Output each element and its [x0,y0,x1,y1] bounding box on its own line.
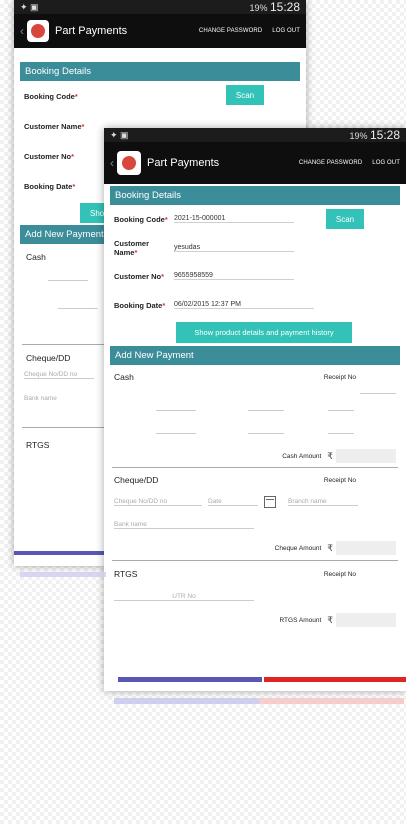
denom-50-input[interactable] [58,307,98,309]
rupee-icon: ₹ [327,450,333,461]
cash-amount-field[interactable] [336,449,396,463]
page-title: Part Payments [55,25,128,37]
booking-date-label: Booking Date* [24,181,76,191]
utr-no-input[interactable]: UTR No [114,593,254,601]
add-payment-header: Add New Payment [110,346,400,365]
customer-name-value[interactable]: yesudas [174,244,294,252]
cheque-receipt-label: Receipt No [323,476,356,484]
app-logo-icon [117,151,141,175]
rtgs-title: RTGS [114,569,138,579]
back-chevron-icon[interactable]: ‹ [110,156,114,170]
customer-no-value[interactable]: 9655958559 [174,272,294,280]
rupee-icon: ₹ [327,614,333,625]
customer-no-label: Customer No* [114,271,165,281]
date-input[interactable]: Date [208,498,258,506]
booking-date-value[interactable]: 06/02/2015 12:37 PM [174,301,314,309]
reflection-bar [114,698,404,704]
customer-no-label: Customer No* [24,151,75,161]
rtgs-amount-field[interactable] [336,613,396,627]
front-screenshot: ✦ ▣ 19% 15:28 ‹ Part Payments CHANGE PAS… [104,128,406,691]
scan-button[interactable]: Scan [226,85,264,105]
cash-receipt-input[interactable] [360,392,396,394]
calendar-icon[interactable] [264,496,276,508]
scan-button[interactable]: Scan [326,209,364,229]
denom-20-input[interactable] [248,432,284,434]
booking-code-label: Booking Code* [114,214,168,224]
cash-title: Cash [114,372,134,382]
reflection-bar-back [20,572,106,577]
booking-code-label: Booking Code* [24,91,78,101]
denom-500-input[interactable] [248,409,284,411]
cheque-no-input[interactable]: Cheque No/DD no [114,498,202,506]
cheque-title: Cheque/DD [114,475,159,485]
customer-name-label: Customer Name* [114,238,150,257]
change-password-link[interactable]: CHANGE PASSWORD [299,160,362,166]
customer-name-label: Customer Name* [24,121,85,131]
bottom-bar-left [118,677,262,682]
cash-receipt-label: Receipt No [323,373,356,381]
rtgs-amount-label: RTGS Amount [279,616,322,624]
denom-100-input[interactable] [328,409,354,411]
divider [112,467,398,468]
app-logo-icon [27,20,49,42]
denom-50-input[interactable] [156,432,196,434]
rtgs-receipt-label: Receipt No [323,570,356,578]
booking-code-value[interactable]: 2021-15-000001 [174,215,294,223]
bank-name-input[interactable]: Bank name [24,395,57,402]
branch-name-input[interactable]: Branch name [288,498,358,506]
booking-details-header: Booking Details [20,62,300,81]
cash-amount-label: Cash Amount [282,452,322,460]
cheque-amount-label: Cheque Amount [274,544,322,552]
rupee-icon: ₹ [327,542,333,553]
cheque-no-input[interactable]: Cheque No/DD no [24,371,94,379]
status-bar: ✦ ▣ 19% 15:28 [104,128,406,142]
page-title: Part Payments [147,157,220,169]
denom-1000-input[interactable] [48,279,88,281]
back-chevron-icon[interactable]: ‹ [20,24,24,38]
logout-link[interactable]: LOG OUT [372,160,400,166]
denom-1000-input[interactable] [156,409,196,411]
denom-10-input[interactable] [328,432,354,434]
cheque-amount-field[interactable] [336,541,396,555]
bank-name-input[interactable]: Bank name [114,521,254,529]
change-password-link[interactable]: CHANGE PASSWORD [199,28,262,34]
app-bar: ‹ Part Payments CHANGE PASSWORD LOG OUT [104,142,406,184]
bottom-bar-right [264,677,406,682]
booking-details-header: Booking Details [110,186,400,205]
divider [112,560,398,561]
booking-date-label: Booking Date* [114,300,166,310]
show-product-details-button[interactable]: Show product details and payment history [176,322,352,343]
status-bar: ✦ ▣ 19% 15:28 [14,0,306,14]
app-bar: ‹ Part Payments CHANGE PASSWORD LOG OUT [14,14,306,48]
logout-link[interactable]: LOG OUT [272,28,300,34]
